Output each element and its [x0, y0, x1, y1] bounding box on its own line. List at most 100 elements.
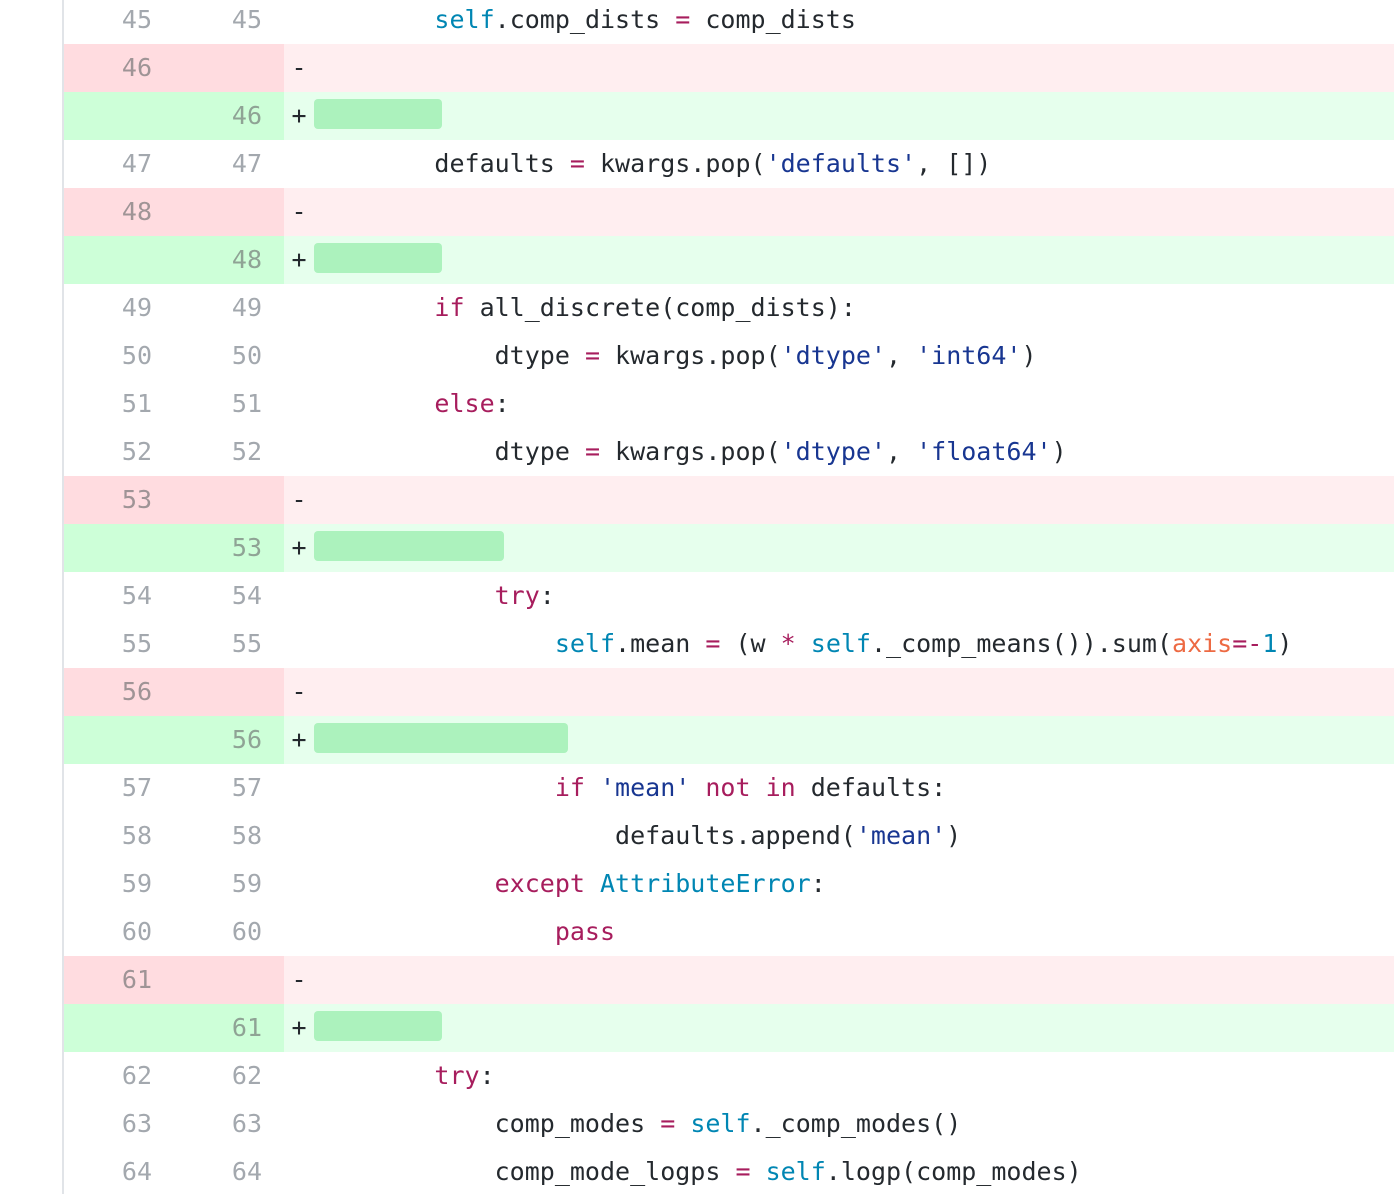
- code-line: [314, 188, 1394, 236]
- code-token: kwargs.pop(: [584, 149, 766, 178]
- new-line-number[interactable]: 52: [174, 428, 284, 476]
- minus-marker: -: [284, 188, 314, 236]
- code-line: except AttributeError:: [314, 860, 1394, 908]
- old-line-number[interactable]: 60: [64, 908, 174, 956]
- code-token: .mean: [615, 629, 706, 658]
- code-token: if: [554, 773, 585, 802]
- new-line-number[interactable]: 49: [174, 284, 284, 332]
- code-line: self.mean = (w * self._comp_means()).sum…: [314, 620, 1394, 668]
- code-token: ,: [885, 437, 917, 466]
- new-line-number[interactable]: 63: [174, 1100, 284, 1148]
- new-line-number[interactable]: 58: [174, 812, 284, 860]
- old-line-number[interactable]: 54: [64, 572, 174, 620]
- old-line-number[interactable]: 46: [64, 44, 174, 92]
- diff-marker: [284, 860, 314, 908]
- old-line-number[interactable]: 51: [64, 380, 174, 428]
- old-line-number[interactable]: 50: [64, 332, 174, 380]
- new-line-number[interactable]: 54: [174, 572, 284, 620]
- new-line-number[interactable]: [174, 668, 284, 716]
- old-line-number[interactable]: [64, 716, 174, 764]
- old-line-number[interactable]: [64, 92, 174, 140]
- code-line: comp_mode_logps = self.logp(comp_modes): [314, 1148, 1394, 1194]
- diff-row-deletion: 56 -: [64, 668, 1394, 716]
- code-token: ): [946, 821, 962, 850]
- new-line-number[interactable]: [174, 188, 284, 236]
- diff-row-context: 51 51 else:: [64, 380, 1394, 428]
- code-token: axis: [1172, 629, 1233, 658]
- old-line-number[interactable]: [64, 524, 174, 572]
- diff-row-context: 58 58 defaults.append('mean'): [64, 812, 1394, 860]
- plus-marker: +: [284, 236, 314, 284]
- new-line-number[interactable]: 57: [174, 764, 284, 812]
- old-line-number[interactable]: 58: [64, 812, 174, 860]
- code-token: =: [660, 1109, 676, 1138]
- old-line-number[interactable]: 59: [64, 860, 174, 908]
- new-line-number[interactable]: 61: [174, 1004, 284, 1052]
- new-line-number[interactable]: [174, 956, 284, 1004]
- code-line: [314, 476, 1394, 524]
- new-line-number[interactable]: 60: [174, 908, 284, 956]
- code-token: 'float64': [916, 437, 1052, 466]
- new-line-number[interactable]: [174, 476, 284, 524]
- diff-marker: [284, 1100, 314, 1148]
- code-token: ._comp_modes(): [750, 1109, 962, 1138]
- plus-marker: +: [284, 1004, 314, 1052]
- code-token: defaults.append(: [615, 821, 856, 850]
- old-line-number[interactable]: [64, 1004, 174, 1052]
- code-line: else:: [314, 380, 1394, 428]
- old-line-number[interactable]: 53: [64, 476, 174, 524]
- diff-view: 45 45 self.comp_dists = comp_dists 46-46 +4…: [0, 0, 1394, 1194]
- old-line-number[interactable]: 63: [64, 1100, 174, 1148]
- old-line-number[interactable]: 56: [64, 668, 174, 716]
- old-line-number[interactable]: 57: [64, 764, 174, 812]
- code-token: :: [810, 869, 826, 898]
- new-line-number[interactable]: 64: [174, 1148, 284, 1194]
- new-line-number[interactable]: 45: [174, 0, 284, 44]
- diff-marker: [284, 332, 314, 380]
- code-token: 1: [1262, 629, 1278, 658]
- old-line-number[interactable]: 45: [64, 0, 174, 44]
- code-token: (w: [720, 629, 781, 658]
- new-line-number[interactable]: 59: [174, 860, 284, 908]
- diff-marker: [284, 1052, 314, 1100]
- code-token: =: [1232, 629, 1248, 658]
- new-line-number[interactable]: 51: [174, 380, 284, 428]
- old-line-number[interactable]: 48: [64, 188, 174, 236]
- new-line-number[interactable]: 62: [174, 1052, 284, 1100]
- code-token: self: [810, 629, 871, 658]
- code-token: ._comp_means()).sum(: [870, 629, 1173, 658]
- old-line-number[interactable]: 49: [64, 284, 174, 332]
- added-whitespace-highlight: [314, 531, 504, 561]
- plus-marker: +: [284, 524, 314, 572]
- old-line-number[interactable]: 52: [64, 428, 174, 476]
- new-line-number[interactable]: 48: [174, 236, 284, 284]
- diff-table: 45 45 self.comp_dists = comp_dists 46-46 +4…: [64, 0, 1394, 1194]
- diff-marker: [284, 428, 314, 476]
- diff-row-context: 60 60 pass: [64, 908, 1394, 956]
- code-token: try: [434, 1061, 480, 1090]
- code-token: .logp(comp_modes): [825, 1157, 1082, 1186]
- old-line-number[interactable]: 62: [64, 1052, 174, 1100]
- new-line-number[interactable]: [174, 44, 284, 92]
- new-line-number[interactable]: 56: [174, 716, 284, 764]
- code-line: [314, 956, 1394, 1004]
- old-line-number[interactable]: 64: [64, 1148, 174, 1194]
- old-line-number[interactable]: 55: [64, 620, 174, 668]
- new-line-number[interactable]: 46: [174, 92, 284, 140]
- old-line-number[interactable]: 47: [64, 140, 174, 188]
- old-line-number[interactable]: 61: [64, 956, 174, 1004]
- new-line-number[interactable]: 47: [174, 140, 284, 188]
- new-line-number[interactable]: 50: [174, 332, 284, 380]
- new-line-number[interactable]: 55: [174, 620, 284, 668]
- diff-row-addition: 53 +: [64, 524, 1394, 572]
- code-token: ): [1021, 341, 1037, 370]
- diff-row-context: 59 59 except AttributeError:: [64, 860, 1394, 908]
- old-line-number[interactable]: [64, 236, 174, 284]
- new-line-number[interactable]: 53: [174, 524, 284, 572]
